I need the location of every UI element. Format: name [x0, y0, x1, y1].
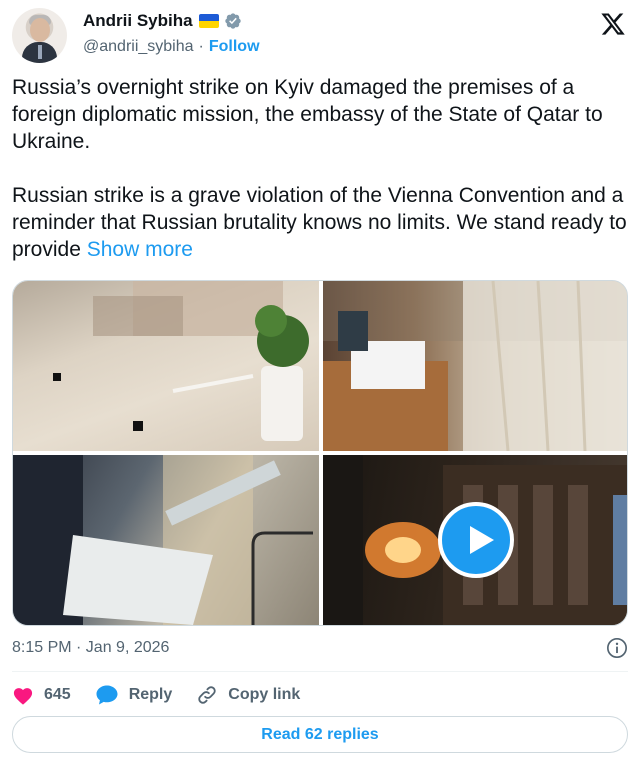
- action-bar: 645 Reply Copy link: [12, 680, 324, 710]
- x-logo-icon[interactable]: [600, 11, 626, 37]
- media-photo-1[interactable]: [13, 281, 319, 451]
- link-icon: [198, 686, 216, 704]
- info-icon[interactable]: [606, 637, 628, 659]
- tweet-paragraph-2: Russian strike is a grave violation of t…: [12, 182, 628, 263]
- separator-dot: ·: [198, 38, 204, 55]
- like-button[interactable]: 645: [12, 685, 71, 705]
- ukraine-flag-icon: [198, 14, 219, 28]
- media-grid: [12, 280, 628, 626]
- author-name[interactable]: Andrii Sybiha: [83, 11, 193, 31]
- like-count: 645: [44, 686, 71, 703]
- tweet-paragraph-1: Russia’s overnight strike on Kyiv damage…: [12, 76, 603, 153]
- follow-button[interactable]: Follow: [209, 38, 260, 56]
- play-button-icon[interactable]: [438, 502, 514, 578]
- avatar[interactable]: [12, 8, 67, 63]
- photo-2-illustration: [323, 281, 627, 451]
- read-replies-button[interactable]: Read 62 replies: [12, 716, 628, 753]
- reply-bubble-icon: [96, 685, 118, 705]
- copy-link-label: Copy link: [228, 686, 301, 703]
- media-photo-3[interactable]: [13, 455, 319, 625]
- name-row: Andrii Sybiha: [83, 10, 242, 32]
- avatar-tie: [38, 45, 42, 59]
- copy-link-button[interactable]: Copy link: [196, 684, 300, 706]
- media-photo-2[interactable]: [323, 281, 627, 451]
- tweet-text: Russia’s overnight strike on Kyiv damage…: [12, 74, 628, 290]
- tweet-timestamp[interactable]: 8:15 PM · Jan 9, 2026: [12, 639, 169, 657]
- media-video[interactable]: [323, 455, 627, 625]
- reply-button[interactable]: Reply: [95, 684, 173, 706]
- divider: [12, 671, 628, 672]
- show-more-link[interactable]: Show more: [87, 238, 193, 261]
- tweet-header: Andrii Sybiha @andrii_sybiha · Follow: [12, 8, 628, 64]
- photo-1-illustration: [53, 281, 309, 441]
- verified-badge-icon: [224, 13, 241, 29]
- handle-row: @andrii_sybiha · Follow: [83, 36, 260, 58]
- author-handle[interactable]: @andrii_sybiha: [83, 38, 194, 56]
- reply-label: Reply: [128, 686, 173, 703]
- avatar-face: [30, 18, 50, 42]
- heart-icon: [13, 688, 33, 705]
- photo-3-illustration: [13, 455, 313, 625]
